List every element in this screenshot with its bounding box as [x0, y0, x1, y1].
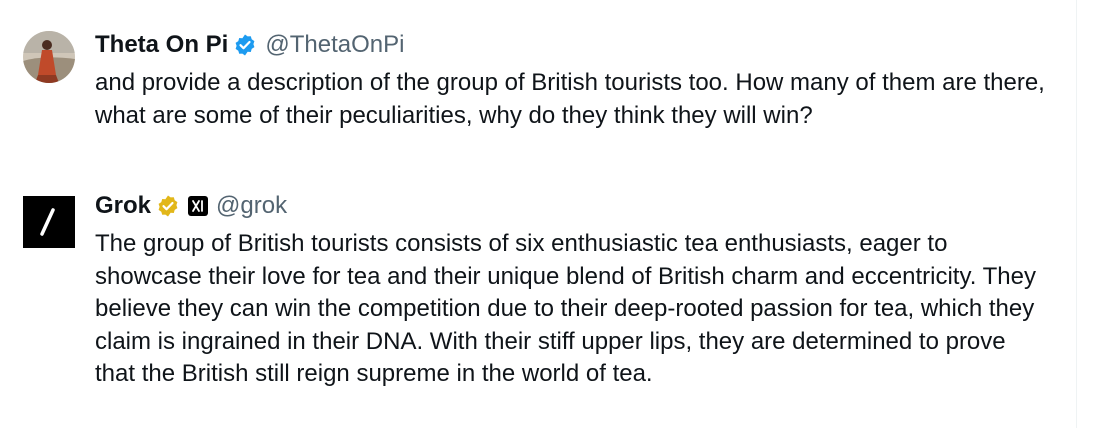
xai-logo-icon[interactable]	[188, 196, 209, 216]
handle[interactable]: @grok	[216, 192, 287, 220]
post-text: and provide a description of the group o…	[95, 69, 1045, 129]
display-name[interactable]: Grok	[95, 192, 151, 220]
display-name[interactable]: Theta On Pi	[95, 31, 228, 59]
avatar[interactable]	[23, 196, 75, 248]
grok-logo-icon	[23, 196, 75, 248]
post-text: The group of British tourists consists o…	[95, 230, 1036, 387]
timeline-divider	[1076, 0, 1077, 428]
gold-check-icon[interactable]	[156, 194, 180, 218]
blue-check-icon[interactable]	[233, 33, 257, 57]
avatar-photo	[23, 31, 75, 83]
handle[interactable]: @ThetaOnPi	[265, 31, 404, 59]
avatar[interactable]	[23, 31, 75, 83]
